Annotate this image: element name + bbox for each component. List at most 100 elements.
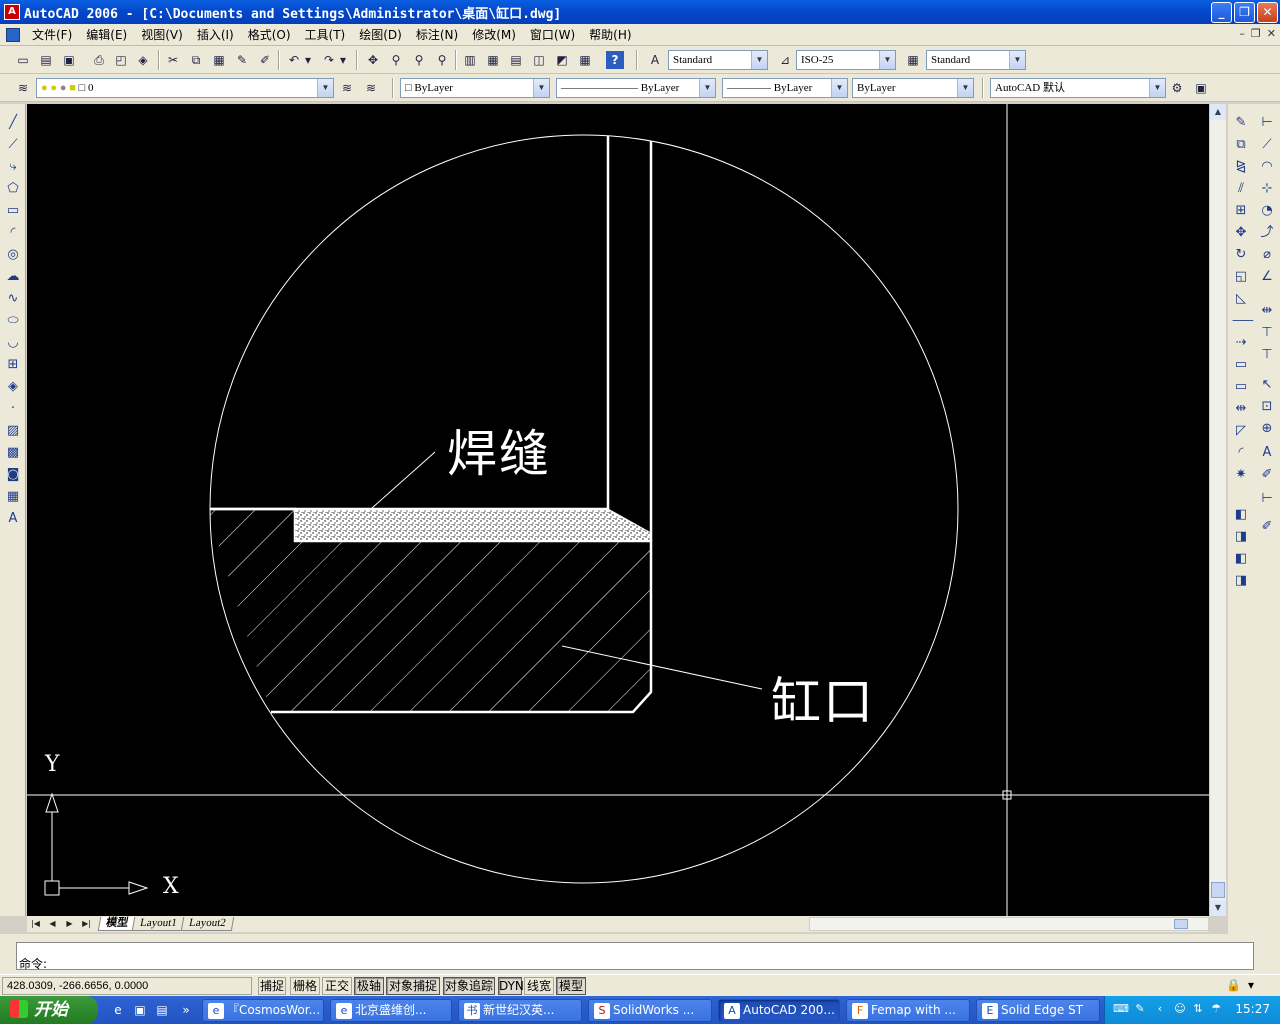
task-autocad[interactable]: A AutoCAD 200...: [718, 999, 840, 1022]
drawing-canvas[interactable]: 焊缝 缸口 Y X: [27, 104, 1209, 916]
bore-label[interactable]: 缸口: [771, 662, 875, 734]
chevron-down-icon[interactable]: ▼: [1149, 79, 1165, 97]
menu-edit[interactable]: 编辑(E): [79, 26, 134, 43]
bring-above-icon[interactable]: ◧: [1232, 550, 1250, 568]
jogged-icon[interactable]: ⤴: [1258, 224, 1276, 242]
task-beijing[interactable]: e 北京盛维创...: [330, 999, 452, 1022]
point-icon[interactable]: ·: [4, 400, 22, 418]
send-under-icon[interactable]: ◨: [1232, 572, 1250, 590]
copy-object-icon[interactable]: ⧉: [1232, 136, 1250, 154]
menu-format[interactable]: 格式(O): [241, 26, 298, 43]
paste-icon[interactable]: ▦: [210, 51, 228, 69]
join-icon[interactable]: ⇹: [1232, 400, 1250, 418]
menu-tools[interactable]: 工具(T): [298, 26, 353, 43]
document-icon[interactable]: [6, 27, 20, 42]
aligned-dimension-icon[interactable]: ⟋: [1258, 136, 1276, 154]
weld-leader-line[interactable]: [371, 451, 436, 509]
make-block-icon[interactable]: ◈: [4, 378, 22, 396]
doc-restore-icon[interactable]: ❐: [1251, 27, 1261, 40]
offset-icon[interactable]: ⫽: [1232, 180, 1250, 198]
rotate-icon[interactable]: ↻: [1232, 246, 1250, 264]
quicklaunch-ie-icon[interactable]: e: [110, 1002, 126, 1018]
undo-icon[interactable]: ↶: [285, 51, 303, 69]
minimize-button[interactable]: _: [1211, 2, 1232, 23]
menu-insert[interactable]: 插入(I): [190, 26, 241, 43]
chevron-down-icon[interactable]: ▼: [1009, 51, 1025, 69]
array-icon[interactable]: ⊞: [1232, 202, 1250, 220]
restore-button[interactable]: ❐: [1234, 2, 1255, 23]
task-femap[interactable]: F Femap with ...: [846, 999, 970, 1022]
keyboard-icon[interactable]: ⌨: [1113, 1002, 1129, 1016]
redo-dropdown-icon[interactable]: ▾: [338, 51, 348, 69]
plotstyle-combo[interactable]: ByLayer ▼: [852, 78, 974, 98]
redo-icon[interactable]: ↷: [320, 51, 338, 69]
osnap-toggle[interactable]: 对象捕捉: [386, 977, 440, 995]
stretch-icon[interactable]: ◺: [1232, 290, 1250, 308]
chevron-down-icon[interactable]: ▼: [879, 51, 895, 69]
lineweight-combo[interactable]: ———— ByLayer ▼: [722, 78, 848, 98]
diameter-icon[interactable]: ⌀: [1258, 246, 1276, 264]
insert-block-icon[interactable]: ⊞: [4, 356, 22, 374]
tab-model[interactable]: 模型: [97, 917, 137, 931]
layer-manager-icon[interactable]: ≋: [14, 79, 32, 97]
ellipse-arc-icon[interactable]: ◡: [4, 334, 22, 352]
workspace-settings-icon[interactable]: ⚙: [1168, 79, 1186, 97]
undo-dropdown-icon[interactable]: ▾: [303, 51, 313, 69]
fillet-icon[interactable]: ◜: [1232, 444, 1250, 462]
open-icon[interactable]: ▤: [37, 51, 55, 69]
menu-dimension[interactable]: 标注(N): [409, 26, 465, 43]
menu-file[interactable]: 文件(F): [25, 26, 79, 43]
ordinate-icon[interactable]: ⊹: [1258, 180, 1276, 198]
new-icon[interactable]: ▭: [14, 51, 32, 69]
polyline-icon[interactable]: ⤷: [4, 158, 22, 176]
chevron-down-icon[interactable]: ▼: [831, 79, 847, 97]
horizontal-scrollbar[interactable]: [809, 917, 1209, 931]
circle-icon[interactable]: ◎: [4, 246, 22, 264]
lock-icon[interactable]: 🔒: [1226, 978, 1241, 992]
prev-tab-icon[interactable]: ◀: [44, 917, 61, 931]
menu-modify[interactable]: 修改(M): [465, 26, 523, 43]
weld-label[interactable]: 焊缝: [447, 414, 551, 486]
workspace-combo[interactable]: AutoCAD 默认 ▼: [990, 78, 1166, 98]
sheet-set-icon[interactable]: ◫: [530, 51, 548, 69]
trim-icon[interactable]: ⸺: [1232, 312, 1254, 330]
clock[interactable]: 15:27: [1235, 1002, 1270, 1016]
grid-toggle[interactable]: 栅格: [290, 977, 320, 995]
tray-settings-icon[interactable]: ▾: [1248, 978, 1254, 992]
scroll-down-icon[interactable]: ▼: [1210, 900, 1226, 916]
spline-icon[interactable]: ∿: [4, 290, 22, 308]
vertical-scroll-thumb[interactable]: [1211, 882, 1225, 898]
arc-length-icon[interactable]: ◠: [1258, 158, 1276, 176]
linetype-combo[interactable]: ——————— ByLayer ▼: [556, 78, 716, 98]
help-icon[interactable]: ?: [606, 51, 624, 69]
dimension-text-edit-icon[interactable]: ✐: [1258, 466, 1276, 484]
tab-layout2[interactable]: Layout2: [180, 917, 234, 931]
menu-help[interactable]: 帮助(H): [582, 26, 638, 43]
save-icon[interactable]: ▣: [60, 51, 78, 69]
snap-toggle[interactable]: 捕捉: [258, 977, 286, 995]
table-style-combo[interactable]: Standard ▼: [926, 50, 1026, 70]
break-at-point-icon[interactable]: ▭: [1232, 356, 1250, 374]
text-style-icon[interactable]: A: [646, 51, 664, 69]
menu-draw[interactable]: 绘图(D): [352, 26, 409, 43]
center-mark-icon[interactable]: ⊕: [1258, 420, 1276, 438]
arc-icon[interactable]: ◜: [4, 224, 22, 242]
linear-dimension-icon[interactable]: ⊢: [1258, 114, 1276, 132]
pen-icon[interactable]: ✎: [1133, 1002, 1147, 1016]
network-icon[interactable]: ⇅: [1191, 1002, 1205, 1016]
chevron-down-icon[interactable]: ▼: [533, 79, 549, 97]
vertical-scrollbar[interactable]: ▲ ▼: [1209, 104, 1226, 916]
close-button[interactable]: ✕: [1257, 2, 1278, 23]
command-line[interactable]: 命令:: [16, 942, 1254, 971]
copy-icon[interactable]: ⧉: [187, 51, 205, 69]
zoom-previous-icon[interactable]: ⚲: [433, 51, 451, 69]
horizontal-scroll-thumb[interactable]: [1174, 919, 1188, 929]
calculator-icon[interactable]: ▦: [576, 51, 594, 69]
tray-expand-icon[interactable]: ‹: [1153, 1002, 1167, 1016]
move-icon[interactable]: ✥: [1232, 224, 1250, 242]
task-cosmosworks[interactable]: e 『CosmosWor...: [202, 999, 324, 1022]
quick-dimension-icon[interactable]: ⇹: [1258, 302, 1276, 320]
ellipse-icon[interactable]: ⬭: [4, 312, 22, 330]
dim-style-icon[interactable]: ⊿: [776, 51, 794, 69]
tolerance-icon[interactable]: ⊡: [1258, 398, 1276, 416]
